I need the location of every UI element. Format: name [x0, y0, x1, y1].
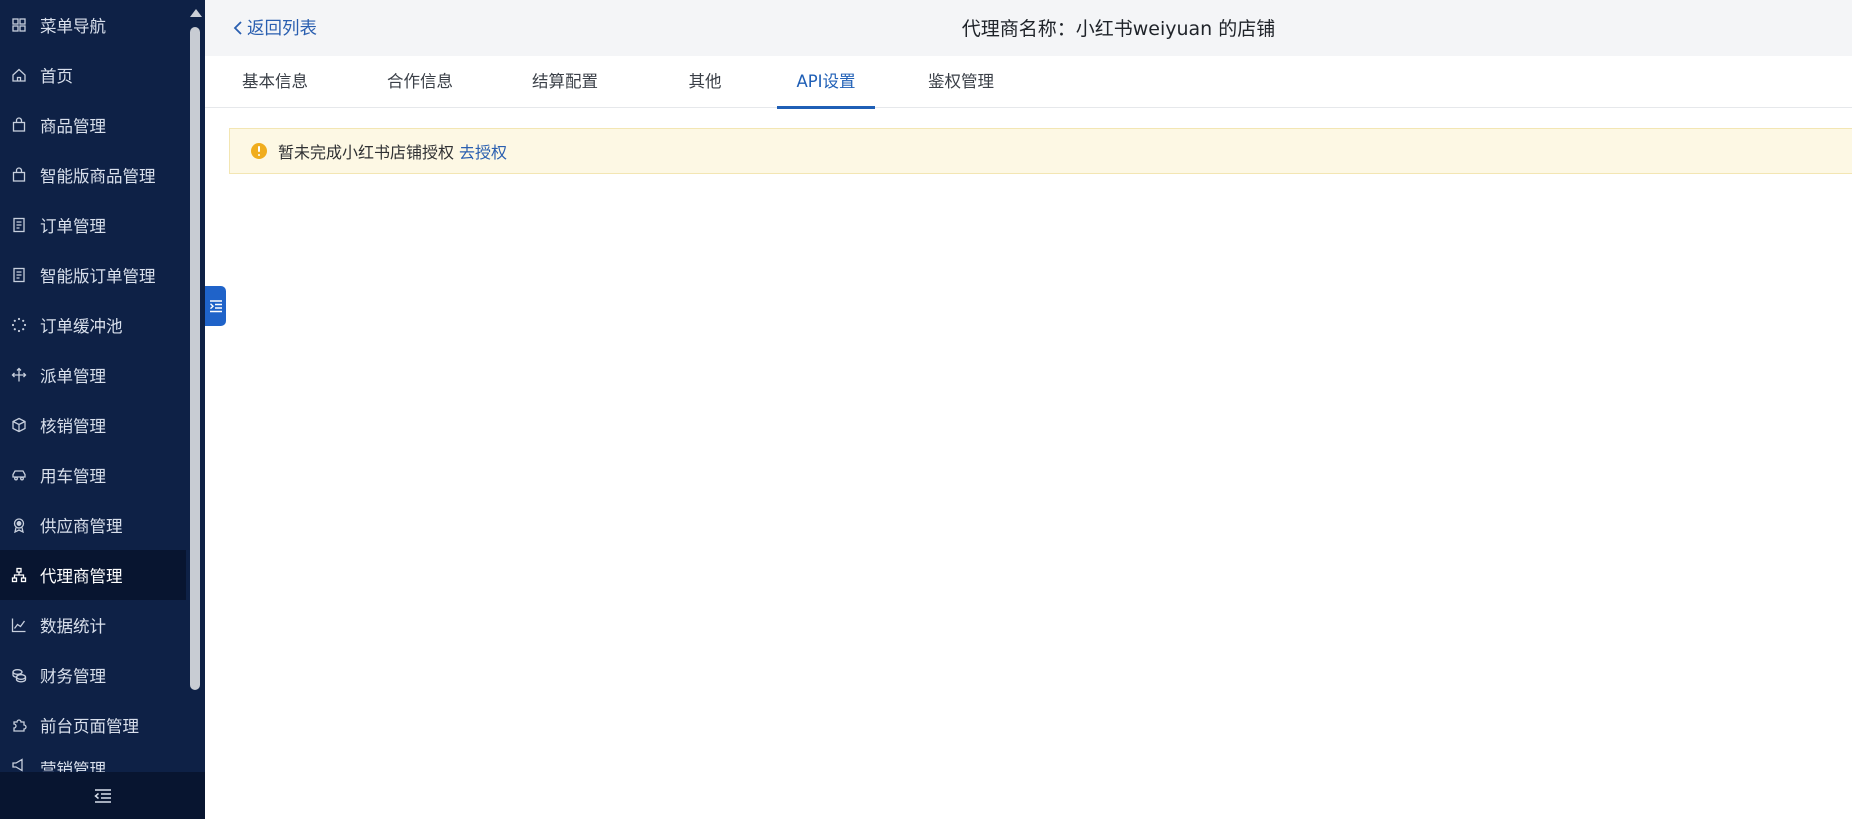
scroll-up-arrow-icon[interactable]	[190, 9, 202, 17]
sidebar-item-label: 代理商管理	[40, 567, 123, 586]
sidebar-item-label: 订单缓冲池	[40, 317, 123, 336]
box-icon	[10, 416, 28, 434]
document-icon	[10, 216, 28, 234]
sidebar-item-label: 订单管理	[40, 217, 106, 236]
tab-basic-info[interactable]: 基本信息	[236, 56, 314, 108]
document-icon	[10, 266, 28, 284]
menu-fold-icon	[93, 788, 111, 803]
sidebar-item-smart-products[interactable]: 智能版商品管理	[0, 150, 186, 200]
alert-message: 暂未完成小红书店铺授权	[278, 143, 455, 162]
sidebar-menu: 菜单导航 首页 商品管理 智能版商品管理 订单管理 智能版订单管理 订单缓冲池 …	[0, 0, 186, 772]
sidebar-item-label: 菜单导航	[40, 17, 106, 36]
marketing-icon	[10, 756, 28, 772]
sidebar-item-verification[interactable]: 核销管理	[0, 400, 186, 450]
sidebar-item-label: 用车管理	[40, 467, 106, 486]
sidebar-item-order-buffer[interactable]: 订单缓冲池	[0, 300, 186, 350]
sidebar-item-label: 派单管理	[40, 367, 106, 386]
sidebar-item-vehicles[interactable]: 用车管理	[0, 450, 186, 500]
scrollbar-thumb[interactable]	[190, 27, 200, 690]
sidebar-item-label: 营销管理	[40, 760, 106, 772]
tab-settlement-config[interactable]: 结算配置	[526, 56, 604, 108]
dispatch-icon	[10, 366, 28, 384]
sidebar-item-label: 数据统计	[40, 617, 106, 636]
home-icon	[10, 66, 28, 84]
sidebar-item-finance[interactable]: 财务管理	[0, 650, 186, 700]
sidebar-item-frontend-pages[interactable]: 前台页面管理	[0, 700, 186, 750]
sidebar-item-statistics[interactable]: 数据统计	[0, 600, 186, 650]
warning-icon	[251, 143, 267, 159]
page-header: 返回列表 代理商名称：小红书weiyuan 的店铺	[205, 0, 1852, 56]
sidebar-item-label: 智能版订单管理	[40, 267, 156, 286]
sidebar-item-label: 前台页面管理	[40, 717, 139, 736]
sidebar-item-home[interactable]: 首页	[0, 50, 186, 100]
network-icon	[10, 566, 28, 584]
sidebar-item-agents[interactable]: 代理商管理	[0, 550, 186, 600]
sidebar-item-label: 供应商管理	[40, 517, 123, 536]
authorization-warning-alert: 暂未完成小红书店铺授权 去授权	[229, 128, 1852, 174]
sidebar-item-orders[interactable]: 订单管理	[0, 200, 186, 250]
grid-icon	[10, 16, 28, 34]
car-icon	[10, 466, 28, 484]
sidebar-item-menu-nav[interactable]: 菜单导航	[0, 0, 186, 50]
panel-toggle-handle[interactable]	[205, 286, 226, 326]
sidebar-item-dispatch[interactable]: 派单管理	[0, 350, 186, 400]
tab-bar: 基本信息 合作信息 结算配置 其他 API设置 鉴权管理	[205, 56, 1852, 109]
bag-icon	[10, 116, 28, 134]
tab-api-settings[interactable]: API设置	[777, 56, 875, 109]
tab-other[interactable]: 其他	[670, 56, 740, 108]
tab-cooperation-info[interactable]: 合作信息	[381, 56, 459, 108]
puzzle-icon	[10, 716, 28, 734]
sidebar-item-label: 核销管理	[40, 417, 106, 436]
sidebar-item-smart-orders[interactable]: 智能版订单管理	[0, 250, 186, 300]
sidebar-item-suppliers[interactable]: 供应商管理	[0, 500, 186, 550]
sidebar-item-label: 智能版商品管理	[40, 167, 156, 186]
authorize-link[interactable]: 去授权	[459, 139, 507, 163]
sidebar-collapse-toggle[interactable]	[0, 772, 205, 819]
loading-icon	[10, 316, 28, 334]
sidebar-item-label: 财务管理	[40, 667, 106, 686]
sidebar-item-products[interactable]: 商品管理	[0, 100, 186, 150]
chart-line-icon	[10, 616, 28, 634]
sidebar: 菜单导航 首页 商品管理 智能版商品管理 订单管理 智能版订单管理 订单缓冲池 …	[0, 0, 205, 819]
menu-unfold-icon	[209, 300, 222, 313]
sidebar-item-marketing[interactable]: 营销管理	[0, 750, 186, 772]
sidebar-item-label: 商品管理	[40, 117, 106, 136]
page-title: 代理商名称：小红书weiyuan 的店铺	[961, 18, 1276, 40]
sidebar-scrollbar[interactable]	[186, 0, 205, 772]
coins-icon	[10, 666, 28, 684]
sidebar-item-label: 首页	[40, 67, 73, 86]
bag-icon	[10, 166, 28, 184]
badge-icon	[10, 516, 28, 534]
tab-auth-management[interactable]: 鉴权管理	[922, 56, 1000, 108]
